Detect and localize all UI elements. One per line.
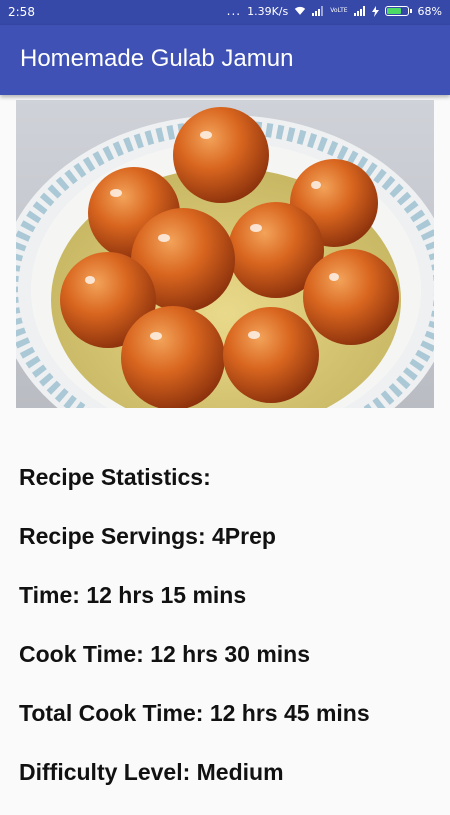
page-title: Homemade Gulab Jamun <box>20 45 294 72</box>
battery-fill <box>386 8 401 14</box>
gulab-jamun-photo-icon <box>16 100 434 408</box>
volte-icon: VoLTE <box>330 7 348 14</box>
battery-percent: 68% <box>417 4 442 18</box>
cell-signal-icon <box>312 6 324 16</box>
status-time: 2:58 <box>8 5 35 19</box>
stat-heading: Recipe Statistics: <box>19 464 211 490</box>
cell-signal-2-icon <box>353 6 365 16</box>
app-bar: Homemade Gulab Jamun <box>0 25 450 95</box>
stat-total-cook-time: Total Cook Time: 12 hrs 45 mins <box>19 700 370 726</box>
network-speed: 1.39K/s <box>247 4 289 18</box>
charging-bolt-icon <box>371 5 379 17</box>
stat-prep-time: Time: 12 hrs 15 mins <box>19 582 247 608</box>
status-bar: 2:58 ... 1.39K/s VoLTE 68% <box>0 0 450 25</box>
recipe-stats: Recipe Statistics: Recipe Servings: 4Pre… <box>19 461 439 815</box>
stat-difficulty: Difficulty Level: Medium <box>19 759 284 785</box>
wifi-icon <box>295 6 306 15</box>
status-icons: ... 1.39K/s VoLTE 68% <box>227 4 442 18</box>
stat-cook-time: Cook Time: 12 hrs 30 mins <box>19 641 311 667</box>
stat-servings: Recipe Servings: 4Prep <box>19 523 276 549</box>
notification-dots-icon: ... <box>226 4 242 18</box>
battery-icon <box>384 6 412 16</box>
recipe-image <box>16 100 434 408</box>
